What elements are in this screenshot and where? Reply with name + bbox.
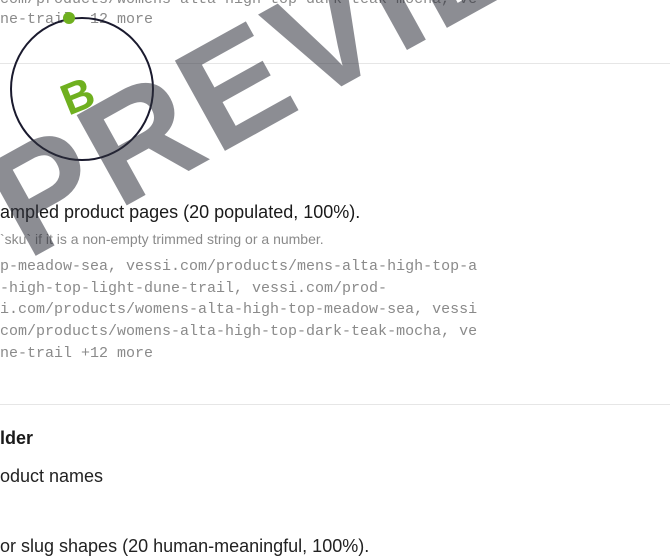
section-subheading: oduct names [0, 466, 104, 486]
slug-check-title: or slug shapes (20 human-meaningful, 100… [0, 536, 370, 556]
grade-letter: B [53, 67, 102, 126]
grade-badge: B [10, 12, 154, 161]
sku-check-title: ampled product pages (20 populated, 100%… [0, 202, 361, 222]
sku-url-line: p-meadow-sea, vessi.com/products/mens-al… [0, 258, 478, 275]
sku-url-more: ne-trail +12 more [0, 345, 154, 362]
sku-check-rule: `sku` if it is a non-empty trimmed strin… [0, 231, 324, 247]
sku-url-line: -high-top-light-dune-trail, vessi.com/pr… [0, 280, 388, 297]
sku-url-line: i.com/products/womens-alta-high-top-mead… [0, 301, 478, 318]
sku-url-line: com/products/womens-alta-high-top-dark-t… [0, 323, 478, 340]
sampled-urls-line: com/products/womens-alta-high-top-dark-t… [0, 0, 477, 10]
section-heading: lder [0, 428, 34, 448]
divider [0, 404, 670, 405]
